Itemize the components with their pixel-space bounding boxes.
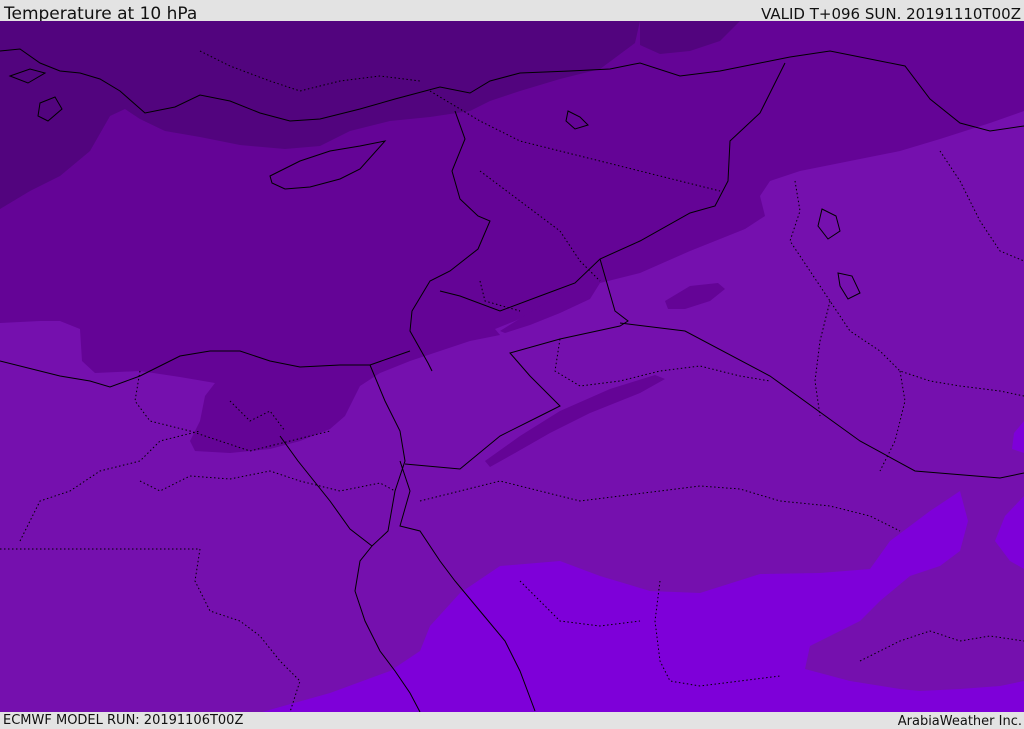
model-run-label: ECMWF MODEL RUN: 20191106T00Z: [3, 713, 244, 728]
credit-label: ArabiaWeather Inc.: [897, 714, 1022, 729]
map-canvas: [0, 21, 1024, 712]
footer-bar: ECMWF MODEL RUN: 20191106T00Z ArabiaWeat…: [0, 712, 1024, 729]
forecast-map[interactable]: [0, 21, 1024, 712]
header-bar: Temperature at 10 hPa VALID T+096 SUN. 2…: [0, 0, 1024, 24]
